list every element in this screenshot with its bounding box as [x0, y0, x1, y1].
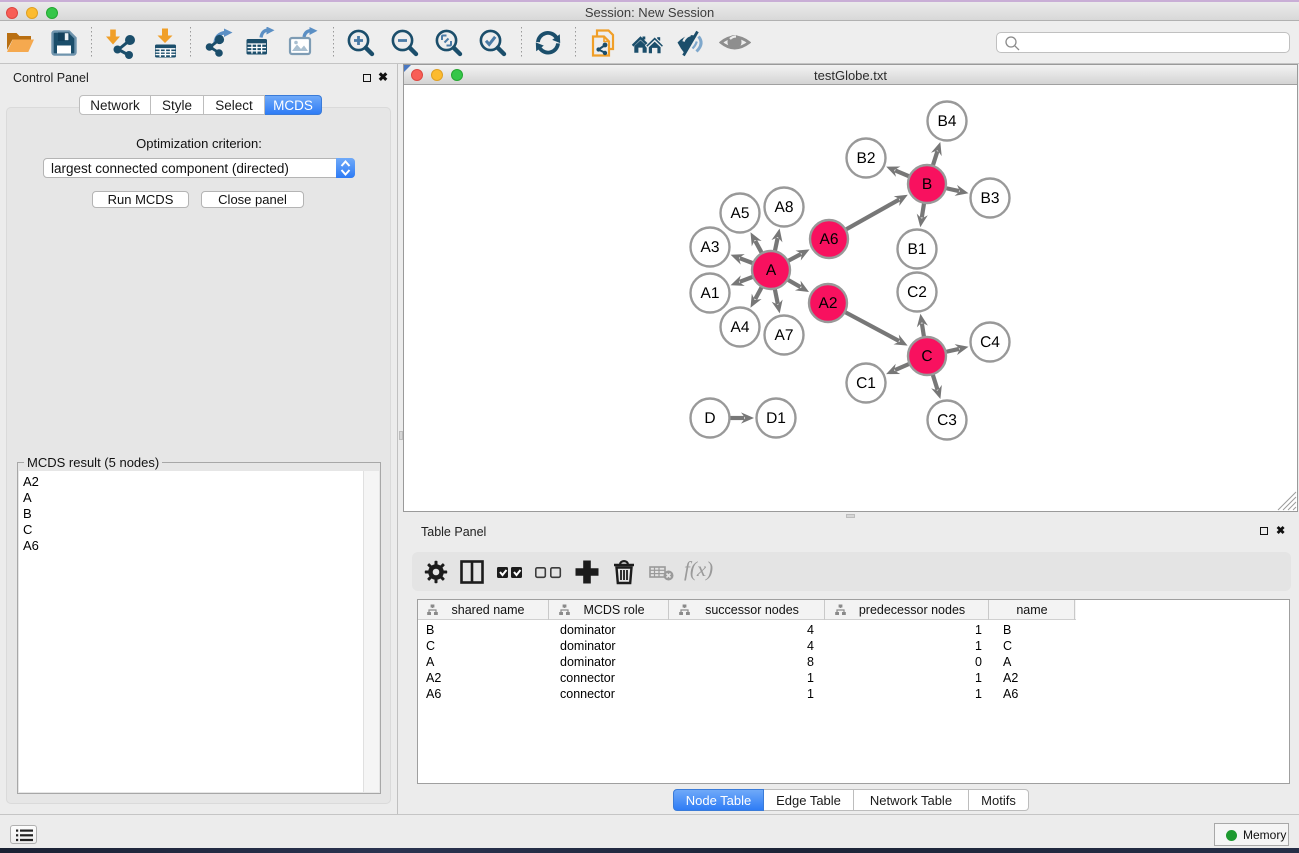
svg-text:D: D	[704, 410, 715, 427]
svg-text:A8: A8	[775, 199, 794, 216]
svg-text:C4: C4	[980, 334, 1000, 351]
svg-text:B4: B4	[938, 113, 957, 130]
svg-text:B3: B3	[981, 190, 1000, 207]
svg-text:C3: C3	[937, 412, 957, 429]
svg-text:C2: C2	[907, 284, 927, 301]
svg-text:B1: B1	[908, 241, 927, 258]
svg-text:A4: A4	[731, 319, 750, 336]
svg-text:C: C	[921, 348, 932, 365]
svg-text:A2: A2	[819, 295, 838, 312]
svg-text:A7: A7	[775, 327, 794, 344]
svg-text:A6: A6	[820, 231, 839, 248]
svg-text:A: A	[766, 262, 777, 279]
svg-text:A1: A1	[701, 285, 720, 302]
svg-text:A3: A3	[701, 239, 720, 256]
svg-text:C1: C1	[856, 375, 876, 392]
svg-text:B: B	[922, 176, 932, 193]
svg-text:D1: D1	[766, 410, 786, 427]
svg-text:A5: A5	[731, 205, 750, 222]
svg-text:B2: B2	[857, 150, 876, 167]
